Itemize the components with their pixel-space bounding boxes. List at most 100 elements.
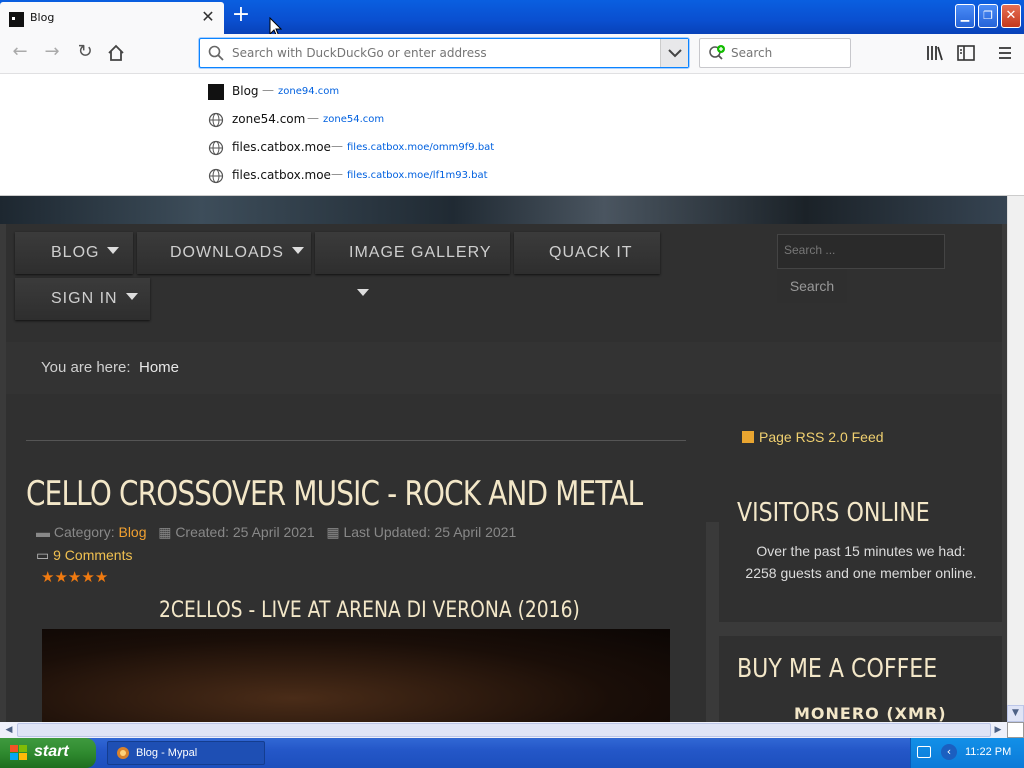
rss-panel: Page RSS 2.0 Feed <box>719 408 1002 470</box>
url-suggestion-3[interactable]: files.catbox.moe — files.catbox.moe/omm9f9… <box>207 136 807 160</box>
star-icon[interactable]: ★ <box>54 568 67 586</box>
start-button[interactable]: start <box>0 738 96 768</box>
suggestion-url: files.catbox.moe/lf1m93.bat <box>347 170 488 181</box>
new-tab-button[interactable]: + <box>230 4 252 28</box>
minimize-window-button[interactable]: ▁ <box>955 4 975 28</box>
menu-image-gallery[interactable]: IMAGE GALLERY <box>315 232 510 296</box>
horizontal-scrollbar[interactable] <box>0 722 1007 738</box>
url-suggestion-2[interactable]: zone54.com — zone54.com <box>207 108 807 132</box>
back-arrow-icon[interactable]: ← <box>6 38 34 66</box>
comments-link[interactable]: ▭ 9 Comments <box>36 547 132 564</box>
rss-link[interactable]: Page RSS 2.0 Feed <box>742 429 884 445</box>
scroll-down-icon[interactable]: ▼ <box>1007 705 1024 722</box>
search-icon <box>208 45 224 61</box>
windows-logo-icon <box>10 745 27 760</box>
suggestion-separator: — <box>307 111 319 125</box>
site-favicon <box>9 12 24 27</box>
suggestion-url: files.catbox.moe/omm9f9.bat <box>347 142 495 153</box>
globe-icon <box>208 168 224 184</box>
search-input[interactable] <box>731 39 846 67</box>
menu-gallery-label: IMAGE GALLERY <box>349 244 492 261</box>
scroll-left-icon[interactable]: ◀ <box>2 723 16 737</box>
category-label: Category: <box>53 524 115 540</box>
horizontal-scroll-thumb[interactable] <box>17 723 991 737</box>
url-bar[interactable] <box>199 38 689 68</box>
tab-title: Blog <box>30 11 55 24</box>
chevron-left-icon[interactable]: ‹ <box>941 744 957 760</box>
menu-quack-label: QUACK IT <box>549 244 633 261</box>
star-icon[interactable]: ★ <box>68 568 81 586</box>
menu-blog-label: BLOG <box>51 244 100 261</box>
menu-downloads-label: DOWNLOADS <box>170 244 284 261</box>
home-icon[interactable] <box>107 44 125 62</box>
coffee-panel: BUY ME A COFFEE MONERO (XMR) <box>719 636 1002 722</box>
video-thumbnail[interactable] <box>42 629 670 722</box>
comment-icon: ▭ <box>36 547 50 563</box>
hamburger-menu-icon[interactable] <box>995 43 1015 63</box>
library-icon[interactable] <box>925 43 945 63</box>
suggestion-url: zone54.com <box>323 114 385 125</box>
calendar-icon: ▦ <box>326 524 340 540</box>
breadcrumb-home: Home <box>139 359 180 376</box>
close-window-button[interactable]: ✕ <box>1001 4 1021 28</box>
suggestion-separator: — <box>262 83 274 97</box>
star-icon[interactable]: ★ <box>95 568 108 586</box>
site-favicon <box>208 84 224 100</box>
tab-blog[interactable]: Blog ✕ <box>0 2 224 34</box>
visitors-text: Over the past 15 minutes we had: 2258 gu… <box>745 543 977 581</box>
rss-icon <box>742 431 754 443</box>
forward-arrow-icon[interactable]: → <box>38 38 66 66</box>
search-engine-icon[interactable] <box>708 45 726 61</box>
comments-label: 9 Comments <box>53 547 133 563</box>
keyboard-icon[interactable] <box>917 746 931 758</box>
url-suggestion-1[interactable]: Blog — zone94.com <box>207 80 807 104</box>
url-suggestion-4[interactable]: files.catbox.moe — files.catbox.moe/lf1m93… <box>207 164 807 188</box>
calendar-icon: ▦ <box>158 524 172 540</box>
category-link[interactable]: Blog <box>118 524 146 540</box>
globe-icon <box>208 140 224 156</box>
article-meta: ▬ Category: Blog ▦ Created: 25 April 202… <box>36 524 516 541</box>
menu-signin-label: SIGN IN <box>51 290 118 307</box>
site-search-button[interactable]: Search <box>777 269 847 303</box>
visitors-panel: VISITORS ONLINE Over the past 15 minutes… <box>719 484 1002 622</box>
article-panel: CELLO CROSSOVER MUSIC - ROCK AND METAL ▬… <box>6 408 706 722</box>
address-input[interactable] <box>232 39 652 67</box>
created-date: Created: 25 April 2021 <box>175 524 315 540</box>
article-title[interactable]: CELLO CROSSOVER MUSIC - ROCK AND METAL <box>26 474 643 514</box>
search-bar[interactable] <box>699 38 851 68</box>
mypal-app-icon <box>117 747 129 759</box>
vertical-scrollbar[interactable] <box>1007 196 1024 722</box>
breadcrumb-label: You are here: <box>41 359 131 376</box>
breadcrumb: You are here: Home <box>6 342 1002 394</box>
video-title: 2CELLOS - LIVE AT ARENA DI VERONA (2016) <box>159 598 580 623</box>
start-label: start <box>34 743 69 760</box>
scroll-corner <box>1007 722 1024 738</box>
star-icon[interactable]: ★ <box>41 568 54 586</box>
close-tab-icon[interactable]: ✕ <box>200 8 216 26</box>
sidebar-icon[interactable] <box>956 43 976 63</box>
caret-down-icon <box>357 289 369 296</box>
menu-quack-it[interactable]: QUACK IT <box>514 232 660 274</box>
divider <box>26 440 686 441</box>
maximize-window-button[interactable]: ❐ <box>978 4 998 28</box>
suggestion-title: files.catbox.moe <box>232 140 331 154</box>
updated-date: Last Updated: 25 April 2021 <box>343 524 517 540</box>
site-banner-image <box>0 196 1007 224</box>
menu-sign-in[interactable]: SIGN IN <box>15 278 150 320</box>
star-rating[interactable]: ★★★★★ <box>41 568 108 586</box>
menu-downloads[interactable]: DOWNLOADS <box>137 232 311 274</box>
suggestion-url: zone94.com <box>278 86 340 97</box>
suggestion-title: zone54.com <box>232 112 306 126</box>
caret-down-icon <box>125 293 138 300</box>
menu-blog[interactable]: BLOG <box>15 232 133 274</box>
reload-icon[interactable]: ↻ <box>71 38 99 66</box>
star-icon[interactable]: ★ <box>81 568 94 586</box>
taskbar-window-blog[interactable]: Blog - Mypal <box>107 741 265 765</box>
suggestion-separator: — <box>331 139 343 153</box>
scroll-right-icon[interactable]: ▶ <box>991 723 1005 737</box>
site-search-input[interactable]: Search ... <box>777 234 945 269</box>
url-dropdown-button[interactable] <box>660 39 688 67</box>
caret-down-icon <box>291 247 304 254</box>
monero-heading: MONERO (XMR) <box>794 704 947 722</box>
chevron-down-icon <box>668 49 682 58</box>
